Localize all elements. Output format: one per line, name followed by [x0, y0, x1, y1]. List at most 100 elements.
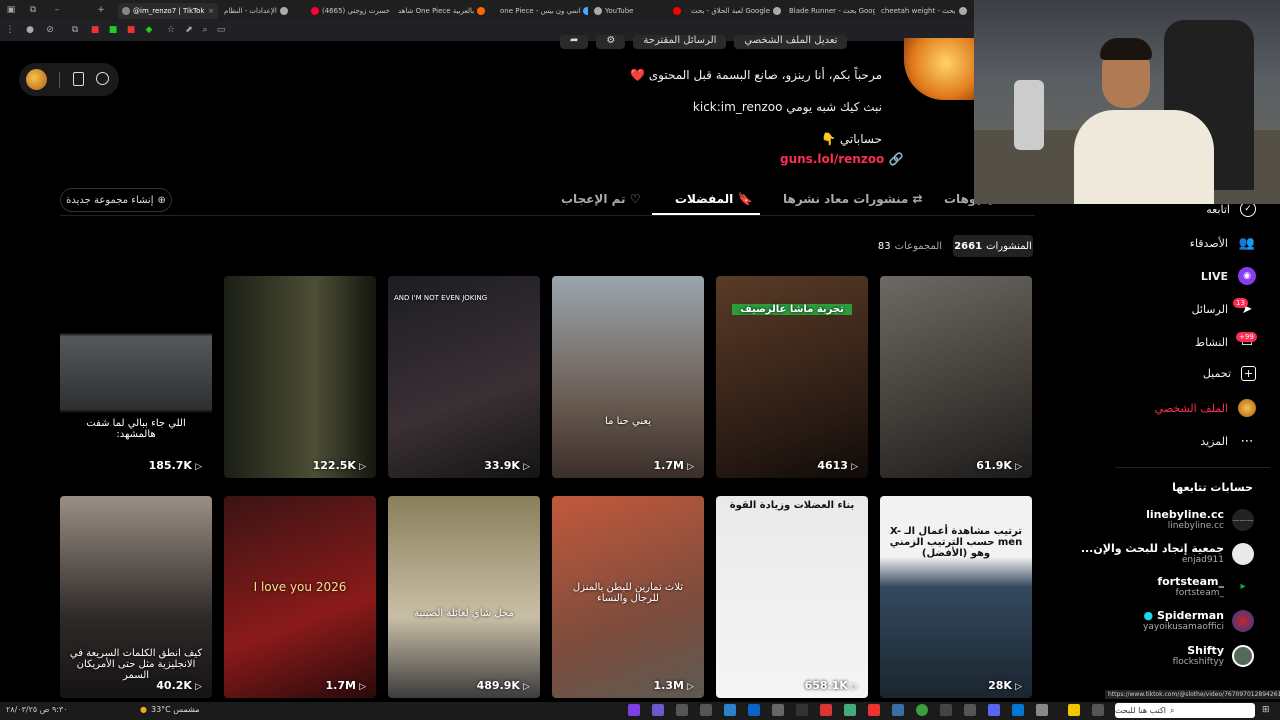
block-icon[interactable]: ⊘ — [45, 25, 55, 35]
tab-onepiece[interactable]: شاهد One Piece بالعربية — [394, 3, 494, 19]
promote-button[interactable]: الرسائل المقترحة — [633, 35, 727, 49]
menu-dots-icon[interactable]: ⋮ — [5, 25, 15, 35]
extension-icon[interactable]: ■ — [108, 25, 118, 35]
system-tray[interactable]: ٩:٣٠ ص ٢٨/٠٣/٢٥ — [6, 705, 68, 714]
app-icon[interactable] — [844, 704, 856, 716]
star-icon[interactable]: ☆ — [166, 25, 176, 35]
sidebar-item-profile[interactable]: الملف الشخصي — [1155, 399, 1256, 417]
app-icon[interactable] — [868, 704, 880, 716]
video-card[interactable]: كيف انطق الكلمات السريعة في الانجليزية م… — [60, 496, 212, 698]
window-menu-icon[interactable]: ▣ — [6, 5, 16, 15]
close-icon[interactable]: × — [208, 7, 214, 15]
profile-icon[interactable]: ● — [25, 25, 35, 35]
site-icon — [477, 7, 486, 15]
tab-onepiece-2[interactable]: one Piece - انمي ون بيس — [496, 3, 588, 19]
tab-search-3[interactable]: cheetah weight - بحث — [877, 3, 972, 19]
share-icon[interactable]: ⬈ — [184, 25, 194, 35]
posts-filter[interactable]: المنشورات 2661 — [953, 235, 1033, 257]
sidebar-item-live[interactable]: ◉ LIVE — [1201, 267, 1256, 285]
app-icon[interactable] — [964, 704, 976, 716]
tab-reposts[interactable]: ⇄ منشورات معاد نشرها — [783, 192, 923, 206]
install-icon[interactable]: ▭ — [216, 25, 226, 35]
video-card[interactable]: ثلاث تمارين للبطن بالمنزل للرجال والنساء… — [552, 496, 704, 698]
video-card[interactable]: اللي جاء ببالي لما شفت هالمشهد: 185.7K — [60, 276, 212, 478]
sidebar-item-friends[interactable]: 👥 الأصدقاء — [1190, 234, 1256, 252]
account-handle: linebyline.cc — [1167, 521, 1224, 531]
video-card[interactable]: 122.5K — [224, 276, 376, 478]
settings-button[interactable]: ⚙ — [596, 35, 626, 49]
steam-icon[interactable] — [892, 704, 904, 716]
discord-icon[interactable] — [988, 704, 1000, 716]
site-icon — [594, 7, 602, 15]
tab-youtube[interactable]: YouTube — [590, 3, 685, 19]
new-tab-icon[interactable]: + — [96, 5, 106, 15]
tab-favicon-icon — [122, 7, 130, 15]
tab-tiktok[interactable]: @im_renzo7 | TikTok × — [118, 3, 218, 19]
video-card[interactable]: يعني حنا ما 1.7M — [552, 276, 704, 478]
search-icon: ⌕ — [1169, 705, 1175, 715]
repost-icon: ⇄ — [908, 192, 923, 206]
app-icon[interactable] — [1012, 704, 1024, 716]
video-card[interactable]: 61.9K — [880, 276, 1032, 478]
app-icon[interactable] — [772, 704, 784, 716]
new-collection-button[interactable]: إنشاء مجموعة جديدة ⊕ — [60, 188, 172, 212]
account-handle: yayoikusamaoffici — [1143, 622, 1224, 632]
app-icon[interactable] — [628, 704, 640, 716]
app-icon[interactable] — [700, 704, 712, 716]
sidebar-item-upload[interactable]: + تحميل — [1203, 366, 1256, 381]
tab-favorites[interactable]: 🔖 المفضلات — [675, 192, 752, 206]
video-caption: ثلاث تمارين للبطن بالمنزل للرجال والنساء — [572, 582, 684, 604]
extension-icon[interactable]: ■ — [126, 25, 136, 35]
app-icon[interactable] — [748, 704, 760, 716]
collections-filter[interactable]: المجموعات 83 — [878, 235, 942, 257]
app-icon[interactable] — [652, 704, 664, 716]
extensions-icon[interactable]: ⧉ — [70, 25, 80, 35]
following-account[interactable]: ▸ _fortsteam _fortsteam — [1157, 575, 1254, 598]
file-explorer-icon[interactable] — [1068, 704, 1080, 716]
following-account[interactable]: Shifty flockshiftyy — [1173, 644, 1254, 667]
minimize-icon[interactable]: – — [52, 5, 62, 15]
taskbar-search[interactable]: ⌕ اكتب هنا للبحث — [1115, 703, 1255, 718]
tab-liked[interactable]: ♡ تم الإعجاب — [561, 192, 641, 206]
video-card[interactable]: AND I'M NOT EVEN JOKING 33.9K — [388, 276, 540, 478]
profile-action-buttons: تعديل الملف الشخصي الرسائل المقترحة ⚙ ➦ — [560, 35, 880, 49]
tab-label: @im_renzo7 | TikTok — [133, 7, 205, 15]
video-card[interactable]: تجربة ماشا عالرصيف 4613 — [716, 276, 868, 478]
profile-link[interactable]: guns.lol/renzoo 🔗 — [780, 152, 903, 166]
share-button[interactable]: ➦ — [560, 35, 589, 49]
tab-video[interactable]: (4665) خسرت زوجتي — [307, 3, 392, 19]
video-card[interactable]: محل شاي لعائلة الصينية 489.9K — [388, 496, 540, 698]
app-icon[interactable] — [1036, 704, 1048, 716]
avatar[interactable] — [26, 69, 47, 90]
weather-widget[interactable]: ● 33°C مشمس — [140, 705, 200, 714]
following-account[interactable]: ——— linebyline.cc linebyline.cc — [1146, 508, 1254, 531]
verified-icon: ● — [1143, 609, 1154, 622]
chrome-icon[interactable] — [916, 704, 928, 716]
video-card[interactable]: بناء العضلات وزيادة القوة 658.1K — [716, 496, 868, 698]
tab-settings[interactable]: الإعدادات - النظام — [220, 3, 305, 19]
windows-icon[interactable]: ⊞ — [1262, 705, 1270, 715]
video-card[interactable]: 2026 I love you 1.7M — [224, 496, 376, 698]
profile-avatar[interactable] — [904, 38, 974, 100]
extension-icon[interactable]: ■ — [90, 25, 100, 35]
following-account[interactable]: جمعية إنجاد للبحث والإن... enjad911 — [1081, 542, 1254, 565]
sidebar-item-label: النشاط — [1194, 335, 1228, 349]
shield-icon[interactable]: ◆ — [144, 25, 154, 35]
zoom-icon[interactable]: ⌕ — [200, 25, 210, 35]
task-view-icon[interactable] — [1092, 704, 1104, 716]
tab-label: الإعدادات - النظام — [224, 7, 277, 15]
tab-search-2[interactable]: Blade Runner - بحث Google — [785, 3, 875, 19]
app-icon[interactable] — [676, 704, 688, 716]
app-icon[interactable] — [820, 704, 832, 716]
app-icon[interactable] — [796, 704, 808, 716]
tab-search-1[interactable]: لعبة الحلاق - بحث Google — [687, 3, 783, 19]
video-card[interactable]: ترتيب مشاهدة أعمال الـ X-men حسب الترتيب… — [880, 496, 1032, 698]
app-icon[interactable] — [724, 704, 736, 716]
sidebar-item-more[interactable]: ⋯ المزيد — [1200, 432, 1256, 450]
app-icon[interactable] — [940, 704, 952, 716]
phone-icon[interactable] — [73, 72, 84, 86]
compass-icon[interactable] — [96, 72, 109, 85]
following-account[interactable]: Spiderman ● yayoikusamaoffici — [1143, 609, 1254, 632]
edit-profile-button[interactable]: تعديل الملف الشخصي — [734, 35, 848, 49]
tab-search-icon[interactable]: ⧉ — [28, 5, 38, 15]
